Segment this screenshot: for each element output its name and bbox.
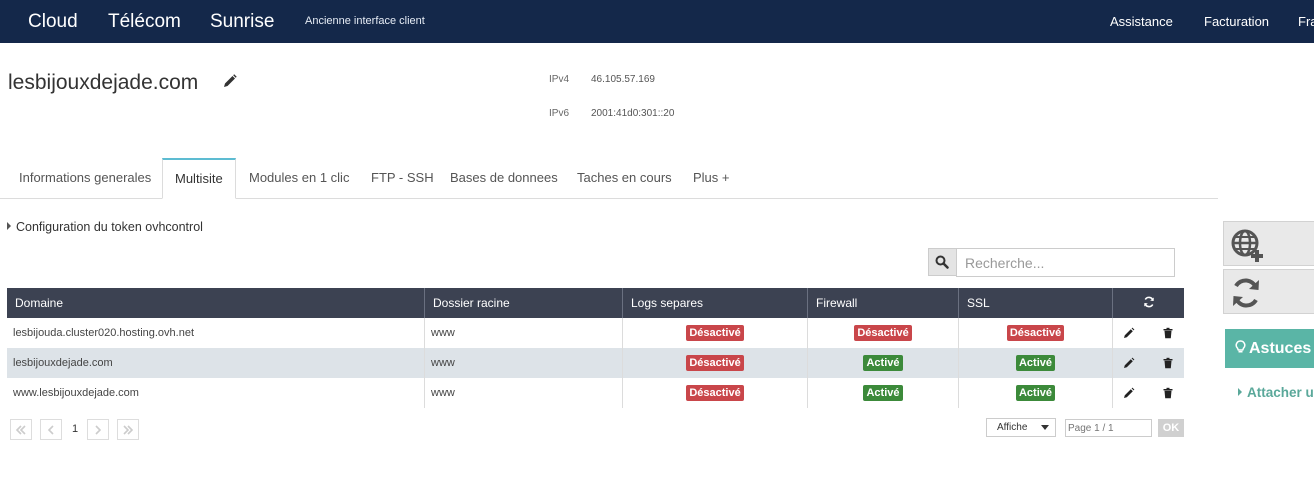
tab-bases-de-donnees[interactable]: Bases de donnees: [450, 158, 558, 198]
nav-facturation[interactable]: Facturation: [1204, 14, 1269, 29]
multisite-table: Domaine Dossier racine Logs separes Fire…: [7, 288, 1184, 408]
tab-bar: Informations generales Multisite Modules…: [0, 158, 1218, 199]
status-badge: Désactivé: [686, 355, 744, 371]
chevron-right-icon: [95, 425, 102, 435]
double-chevron-right-icon: [123, 425, 134, 435]
col-ssl[interactable]: SSL: [958, 288, 1113, 318]
cell-dossier: www: [424, 348, 623, 378]
caret-down-icon: [1041, 425, 1049, 430]
cell-actions: [1113, 378, 1185, 408]
tab-taches-en-cours[interactable]: Taches en cours: [577, 158, 672, 198]
table-row: lesbijouda.cluster020.hosting.ovh.net ww…: [7, 318, 1184, 348]
status-badge: Désactivé: [854, 325, 912, 341]
cell-actions: [1112, 348, 1184, 378]
ipv6-label: IPv6: [549, 108, 570, 119]
cell-firewall: Activé: [807, 348, 959, 378]
page-size-label: Affiche: [997, 422, 1028, 433]
cell-domaine: www.lesbijouxdejade.com: [7, 378, 425, 408]
edit-pencil-icon[interactable]: [1123, 357, 1135, 369]
ipv6-value: 2001:41d0:301::20: [591, 108, 675, 119]
edit-domain-pencil-icon[interactable]: [222, 73, 238, 89]
status-badge: Activé: [863, 355, 903, 371]
col-dossier-racine[interactable]: Dossier racine: [424, 288, 623, 318]
search-input[interactable]: [956, 248, 1175, 277]
token-config-toggle[interactable]: Configuration du token ovhcontrol: [7, 220, 203, 234]
search-button[interactable]: [928, 248, 956, 276]
delete-trash-icon[interactable]: [1162, 357, 1174, 369]
status-badge: Désactivé: [686, 325, 744, 341]
globe-add-icon: [1231, 229, 1263, 262]
page-title: lesbijouxdejade.com: [8, 71, 199, 94]
status-badge: Désactivé: [1006, 325, 1065, 341]
refresh-icon[interactable]: [1143, 296, 1155, 308]
table-row: lesbijouxdejade.com www Désactivé Activé…: [7, 348, 1184, 378]
sync-button[interactable]: [1223, 269, 1314, 314]
tab-plus[interactable]: Plus +: [693, 158, 730, 198]
status-badge: Désactivé: [686, 385, 744, 401]
current-page-number[interactable]: 1: [72, 423, 78, 435]
nav-telecom[interactable]: Télécom: [108, 11, 181, 33]
table-row: www.lesbijouxdejade.com www Désactivé Ac…: [7, 378, 1184, 408]
attacher-link[interactable]: Attacher u: [1238, 385, 1314, 400]
token-config-label: Configuration du token ovhcontrol: [16, 220, 203, 234]
cell-logs: Désactivé: [622, 318, 808, 348]
edit-pencil-icon[interactable]: [1123, 387, 1135, 399]
search-icon: [935, 255, 949, 269]
cell-dossier: www: [424, 378, 623, 408]
cell-domaine: lesbijouda.cluster020.hosting.ovh.net: [7, 318, 425, 348]
nav-old-interface-link[interactable]: Ancienne interface client: [305, 15, 425, 27]
astuces-label: Astuces: [1249, 340, 1312, 357]
cell-dossier: www: [424, 318, 623, 348]
nav-cloud[interactable]: Cloud: [28, 11, 78, 33]
cell-ssl: Désactivé: [958, 318, 1113, 348]
cell-firewall: Activé: [807, 378, 959, 408]
astuces-panel-header[interactable]: Astuces: [1225, 329, 1314, 368]
caret-right-icon: [7, 222, 11, 230]
delete-trash-icon[interactable]: [1162, 327, 1174, 339]
first-page-button[interactable]: [10, 419, 32, 440]
delete-trash-icon[interactable]: [1162, 387, 1174, 399]
last-page-button[interactable]: [117, 419, 139, 440]
ipv4-label: IPv4: [549, 74, 570, 85]
cell-domaine: lesbijouxdejade.com: [7, 348, 425, 378]
col-logs-separes[interactable]: Logs separes: [622, 288, 808, 318]
tab-multisite[interactable]: Multisite: [162, 158, 236, 199]
attacher-label: Attacher u: [1247, 385, 1314, 400]
next-page-button[interactable]: [87, 419, 109, 440]
cell-actions: [1113, 318, 1185, 348]
ipv4-value: 46.105.57.169: [591, 74, 655, 85]
top-navbar: Cloud Télécom Sunrise Ancienne interface…: [0, 0, 1314, 43]
nav-assistance[interactable]: Assistance: [1110, 14, 1173, 29]
double-chevron-left-icon: [15, 425, 26, 435]
nav-language[interactable]: Fra: [1298, 14, 1314, 29]
tab-modules[interactable]: Modules en 1 clic: [249, 158, 349, 198]
cell-logs: Désactivé: [622, 378, 808, 408]
lightbulb-icon: [1235, 340, 1246, 353]
col-firewall[interactable]: Firewall: [807, 288, 959, 318]
nav-sunrise[interactable]: Sunrise: [210, 11, 274, 33]
tab-ftp-ssh[interactable]: FTP - SSH: [371, 158, 434, 198]
caret-right-icon: [1238, 388, 1242, 396]
col-domaine[interactable]: Domaine: [7, 288, 425, 318]
page-number-input[interactable]: [1065, 419, 1152, 437]
col-refresh[interactable]: [1112, 288, 1184, 318]
status-badge: Activé: [1015, 385, 1056, 401]
edit-pencil-icon[interactable]: [1123, 327, 1135, 339]
tab-informations-generales[interactable]: Informations generales: [19, 158, 151, 198]
page-size-select[interactable]: Affiche: [986, 418, 1056, 437]
add-domain-button[interactable]: [1223, 221, 1314, 266]
cell-ssl: Activé: [958, 348, 1113, 378]
cell-logs: Désactivé: [622, 348, 808, 378]
cell-ssl: Activé: [958, 378, 1113, 408]
status-badge: Activé: [1015, 355, 1056, 371]
page-ok-button[interactable]: OK: [1158, 419, 1184, 437]
chevron-left-icon: [47, 425, 54, 435]
prev-page-button[interactable]: [40, 419, 62, 440]
sync-icon: [1233, 278, 1259, 308]
cell-firewall: Désactivé: [807, 318, 959, 348]
status-badge: Activé: [863, 385, 903, 401]
